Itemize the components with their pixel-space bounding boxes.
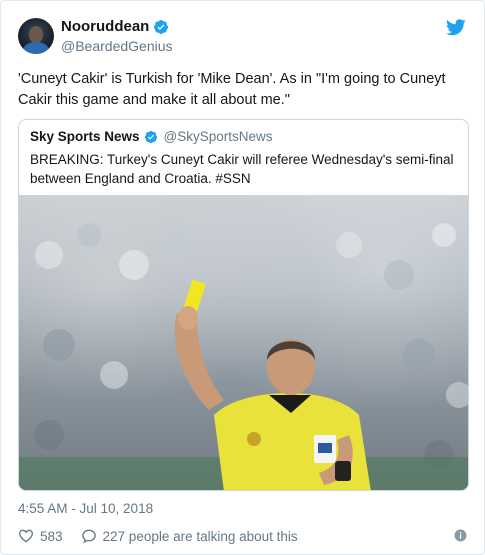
quoted-tweet[interactable]: Sky Sports News @SkySportsNews BREAKING:…	[18, 119, 469, 491]
author-handle[interactable]: @BeardedGenius	[61, 38, 173, 54]
embedded-tweet: Nooruddean @BeardedGenius 'Cuneyt Cakir'…	[0, 0, 485, 555]
quoted-text: BREAKING: Turkey's Cuneyt Cakir will ref…	[30, 152, 454, 186]
like-count[interactable]: 583	[40, 529, 63, 544]
verified-badge-icon	[154, 19, 169, 34]
quoted-display-name: Sky Sports News	[30, 129, 140, 144]
heart-icon[interactable]	[18, 528, 34, 544]
author-display-name[interactable]: Nooruddean	[61, 18, 149, 35]
avatar-face	[29, 26, 43, 43]
conversation-link[interactable]: 227 people are talking about this	[103, 529, 298, 544]
tweet-timestamp[interactable]: 4:55 AM - Jul 10, 2018	[18, 501, 153, 516]
tweet-actions: 583 227 people are talking about this	[18, 528, 298, 544]
verified-badge-icon	[144, 130, 157, 143]
referee-photo-illustration	[19, 223, 468, 490]
author-name-row[interactable]: Nooruddean	[61, 18, 169, 35]
tweet-text: 'Cuneyt Cakir' is Turkish for 'Mike Dean…	[18, 71, 446, 108]
quoted-handle: @SkySportsNews	[163, 129, 273, 144]
avatar-body	[23, 42, 49, 54]
info-icon[interactable]	[454, 529, 467, 542]
avatar[interactable]	[18, 18, 54, 54]
speech-bubble-icon[interactable]	[81, 528, 97, 544]
quoted-author-row: Sky Sports News @SkySportsNews	[30, 129, 273, 144]
twitter-bird-icon[interactable]	[446, 19, 466, 36]
quoted-photo[interactable]	[19, 195, 468, 490]
